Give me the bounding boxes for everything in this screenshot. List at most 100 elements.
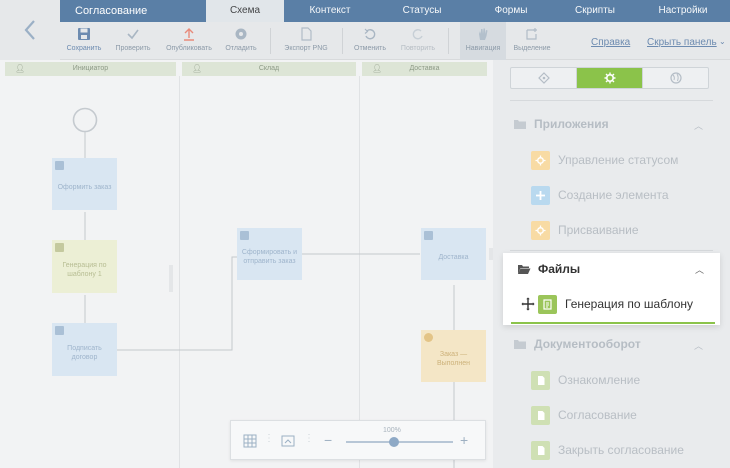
item-familiarize[interactable]: Ознакомление [531,367,640,393]
zoom-slider-handle[interactable] [389,437,399,447]
document-icon [531,405,550,425]
back-button[interactable] [0,0,60,60]
chevron-up-icon[interactable]: ︿ [694,339,703,352]
user-task-icon [424,231,433,240]
help-link[interactable]: Справка [591,37,630,48]
tab-context[interactable]: Контекст [284,0,376,22]
navigation-tool[interactable]: Навигация [460,22,506,60]
status-icon [424,333,433,342]
task-node-delivery[interactable]: Доставка [421,228,486,280]
gear-icon [531,150,550,170]
globe-icon [669,72,682,84]
chevron-up-icon[interactable]: ︿ [694,119,703,132]
fit-screen-icon[interactable] [281,435,295,447]
chevron-up-icon[interactable]: ︿ [695,263,704,276]
panel-divider [510,250,713,251]
panel-divider [510,100,713,101]
gear-icon [604,72,615,84]
hide-panel-link[interactable]: Скрыть панель [647,37,717,48]
zoom-panel: ⋮ ⋮ − 100% + [230,420,486,460]
folder-icon [514,339,526,349]
selection-tool[interactable]: Выделение [508,22,556,60]
toolbar-divider [270,28,271,54]
zoom-in-button[interactable]: + [460,432,468,448]
export-png-button[interactable]: Экспорт PNG [278,22,334,60]
user-task-icon [240,231,249,240]
redo-button[interactable]: Повторить [396,22,440,60]
template-task-icon [55,243,64,252]
seg-global[interactable] [643,68,708,88]
navigation-label: Навигация [465,45,501,52]
status-node-order-done[interactable]: Заказ — Выполнен [421,330,486,382]
publish-button[interactable]: Опубликовать [162,22,216,60]
user-task-icon [55,161,64,170]
seg-elements[interactable] [511,68,577,88]
zoom-out-button[interactable]: − [324,432,332,448]
user-task-icon [55,326,64,335]
tab-scripts[interactable]: Скрипты [554,0,636,22]
tab-forms[interactable]: Формы [468,0,554,22]
zoom-divider: ⋮ [304,433,314,444]
chevron-down-icon: ⌄ [719,37,726,46]
tab-schema[interactable]: Схема [206,0,284,22]
task-node-order[interactable]: Оформить заказ [52,158,117,210]
group-files-highlighted: Файлы ︿ Генерация по шаблону [503,253,720,325]
zoom-slider-track[interactable] [346,441,453,443]
redo-label: Повторить [400,45,436,52]
publish-label: Опубликовать [166,45,212,52]
drop-indicator [511,322,715,324]
check-label: Проверить [115,45,151,52]
selection-label: Выделение [513,45,551,52]
group-files[interactable]: Файлы [517,259,580,279]
grid-icon[interactable] [243,434,257,448]
item-approval[interactable]: Согласование [531,402,637,428]
toolbar-divider [342,28,343,54]
debug-button[interactable]: Отладить [220,22,262,60]
chevron-left-icon [24,20,35,40]
folder-open-icon [518,264,531,274]
file-icon [301,27,312,41]
save-label: Сохранить [66,45,102,52]
diagram-canvas[interactable]: 👤︎ Инициатор 👤︎ Склад 👤︎ Доставка Оформи… [0,60,493,468]
document-icon [531,440,550,460]
upload-icon [184,28,194,41]
template-file-icon [538,294,557,314]
check-button[interactable]: Проверить [110,22,156,60]
item-status-management[interactable]: Управление статусом [531,147,678,173]
undo-label: Отменить [354,45,386,52]
panel-mode-switch [510,67,709,89]
document-icon [531,370,550,390]
toolbar: Сохранить Проверить Опубликовать Отладит… [60,22,730,60]
redo-icon [412,29,423,40]
item-close-approval[interactable]: Закрыть согласование [531,437,684,463]
item-assign[interactable]: Присваивание [531,217,639,243]
task-node-sign-contract[interactable]: Подписать договор [52,323,117,376]
zoom-divider: ⋮ [264,433,274,444]
gear-icon [531,220,550,240]
hand-icon [479,28,488,40]
app-window: Согласование Схема Контекст Статусы Форм… [0,0,730,468]
plus-icon [531,185,550,205]
item-template-generation[interactable]: Генерация по шаблону [520,292,693,316]
task-node-template-generation[interactable]: Генерация по шаблону 1 [52,240,117,293]
save-button[interactable]: Сохранить [62,22,106,60]
tab-bar: Согласование Схема Контекст Статусы Форм… [60,0,730,22]
group-document-flow[interactable]: Документооборот [513,330,641,358]
debug-label: Отладить [225,45,257,52]
toolbar-divider [448,28,449,54]
group-applications[interactable]: Приложения [513,110,609,138]
tab-settings[interactable]: Настройки [636,0,730,22]
save-icon [78,28,90,40]
item-create-element[interactable]: Создание элемента [531,182,669,208]
process-title: Согласование [75,5,148,17]
zoom-level: 100% [383,427,401,434]
undo-button[interactable]: Отменить [350,22,390,60]
seg-activities[interactable] [577,68,643,88]
selection-icon [526,28,537,40]
checkmark-icon [127,29,139,40]
folder-icon [514,119,526,129]
task-node-form-and-send[interactable]: Сформировать и отправить заказ [237,228,302,280]
record-icon [235,28,247,40]
tab-statuses[interactable]: Статусы [376,0,468,22]
undo-icon [364,28,376,40]
